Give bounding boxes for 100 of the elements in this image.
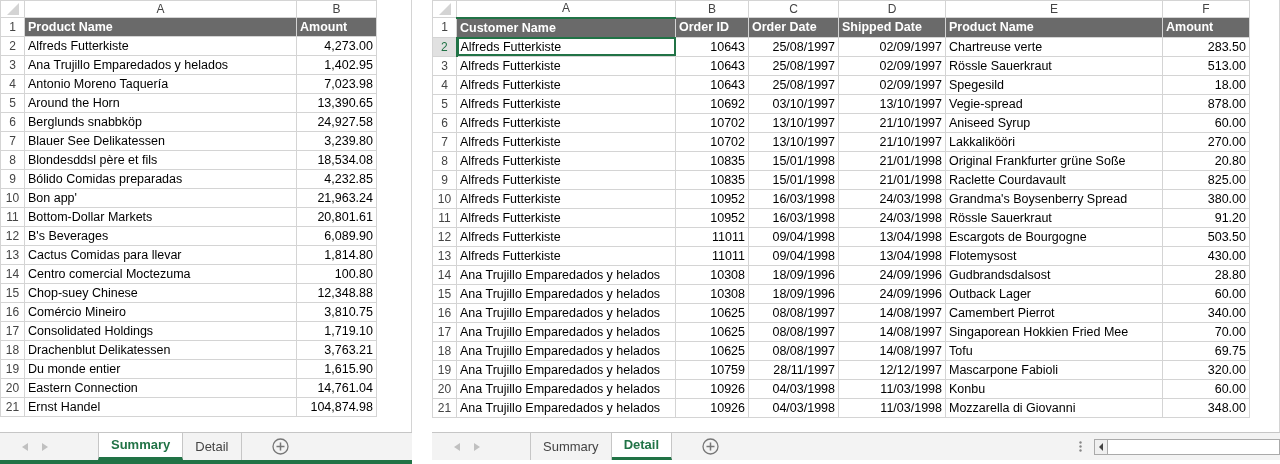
add-sheet-icon[interactable] bbox=[271, 438, 289, 455]
table-cell[interactable]: 12,348.88 bbox=[296, 283, 377, 303]
column-header[interactable]: F bbox=[1162, 0, 1250, 18]
table-cell[interactable]: 24/03/1998 bbox=[838, 189, 946, 208]
table-cell[interactable]: Alfreds Futterkiste bbox=[456, 227, 676, 246]
table-cell[interactable]: 28/11/1997 bbox=[748, 360, 839, 379]
table-cell[interactable]: 11011 bbox=[675, 246, 749, 265]
table-cell[interactable]: Berglunds snabbköp bbox=[24, 112, 297, 132]
table-cell[interactable]: Centro comercial Moctezuma bbox=[24, 264, 297, 284]
table-cell[interactable]: 28.80 bbox=[1162, 265, 1250, 284]
add-sheet-icon[interactable] bbox=[702, 438, 720, 455]
table-cell[interactable]: 13/10/1997 bbox=[838, 94, 946, 113]
table-cell[interactable]: 60.00 bbox=[1162, 284, 1250, 303]
table-cell[interactable]: Ana Trujillo Emparedados y helados bbox=[456, 341, 676, 360]
table-cell[interactable]: 11/03/1998 bbox=[838, 398, 946, 417]
table-cell[interactable]: Gudbrandsdalsost bbox=[945, 265, 1163, 284]
table-cell[interactable]: 08/08/1997 bbox=[748, 322, 839, 341]
table-cell[interactable]: 13,390.65 bbox=[296, 93, 377, 113]
scroll-right-icon[interactable] bbox=[42, 442, 48, 451]
table-cell[interactable]: Bottom-Dollar Markets bbox=[24, 207, 297, 227]
table-cell[interactable]: 4,273.00 bbox=[296, 36, 377, 56]
table-cell[interactable]: 14/08/1997 bbox=[838, 341, 946, 360]
table-cell[interactable]: 10625 bbox=[675, 303, 749, 322]
table-cell[interactable]: 16/03/1998 bbox=[748, 189, 839, 208]
table-cell[interactable]: 91.20 bbox=[1162, 208, 1250, 227]
table-cell[interactable]: Tofu bbox=[945, 341, 1163, 360]
table-cell[interactable]: 60.00 bbox=[1162, 379, 1250, 398]
table-cell[interactable]: 100.80 bbox=[296, 264, 377, 284]
table-cell[interactable]: 4,232.85 bbox=[296, 169, 377, 189]
table-cell[interactable]: 21/10/1997 bbox=[838, 113, 946, 132]
table-cell[interactable]: Alfreds Futterkiste bbox=[456, 37, 676, 56]
table-cell[interactable]: 20.80 bbox=[1162, 151, 1250, 170]
table-cell[interactable]: Chartreuse verte bbox=[945, 37, 1163, 56]
table-cell[interactable]: 13/04/1998 bbox=[838, 246, 946, 265]
table-cell[interactable]: 283.50 bbox=[1162, 37, 1250, 56]
table-cell[interactable]: Consolidated Holdings bbox=[24, 321, 297, 341]
table-cell[interactable]: Antonio Moreno Taquería bbox=[24, 74, 297, 94]
horizontal-scrollbar[interactable] bbox=[1094, 438, 1280, 455]
table-cell[interactable]: Du monde entier bbox=[24, 359, 297, 379]
table-cell[interactable]: 24/09/1996 bbox=[838, 284, 946, 303]
table-cell[interactable]: Ana Trujillo Emparedados y helados bbox=[456, 303, 676, 322]
table-cell[interactable]: Aniseed Syrup bbox=[945, 113, 1163, 132]
column-header[interactable]: A bbox=[24, 0, 297, 18]
table-cell[interactable]: 7,023.98 bbox=[296, 74, 377, 94]
table-cell[interactable]: B's Beverages bbox=[24, 226, 297, 246]
column-header[interactable]: A bbox=[456, 0, 676, 18]
table-cell[interactable]: Blondesddsl père et fils bbox=[24, 150, 297, 170]
table-cell[interactable]: Ernst Handel bbox=[24, 397, 297, 417]
table-cell[interactable]: 1,814.80 bbox=[296, 245, 377, 265]
table-cell[interactable]: Chop-suey Chinese bbox=[24, 283, 297, 303]
table-cell[interactable]: Around the Horn bbox=[24, 93, 297, 113]
sheet-tab[interactable]: Detail bbox=[611, 433, 673, 460]
table-cell[interactable]: 1,615.90 bbox=[296, 359, 377, 379]
table-cell[interactable]: Bólido Comidas preparadas bbox=[24, 169, 297, 189]
table-cell[interactable]: 380.00 bbox=[1162, 189, 1250, 208]
more-icon[interactable] bbox=[1079, 441, 1082, 452]
sheet-tab[interactable]: Summary bbox=[98, 433, 184, 460]
table-cell[interactable]: 10625 bbox=[675, 322, 749, 341]
table-cell[interactable]: 11/03/1998 bbox=[838, 379, 946, 398]
table-cell[interactable]: 10702 bbox=[675, 113, 749, 132]
table-cell[interactable]: 270.00 bbox=[1162, 132, 1250, 151]
table-cell[interactable]: 60.00 bbox=[1162, 113, 1250, 132]
table-cell[interactable]: 10759 bbox=[675, 360, 749, 379]
table-cell[interactable]: Alfreds Futterkiste bbox=[456, 208, 676, 227]
table-cell[interactable]: 20,801.61 bbox=[296, 207, 377, 227]
table-cell[interactable]: 15/01/1998 bbox=[748, 151, 839, 170]
table-cell[interactable]: Camembert Pierrot bbox=[945, 303, 1163, 322]
table-cell[interactable]: 10952 bbox=[675, 208, 749, 227]
table-cell[interactable]: Cactus Comidas para llevar bbox=[24, 245, 297, 265]
table-cell[interactable]: 10926 bbox=[675, 398, 749, 417]
table-cell[interactable]: Ana Trujillo Emparedados y helados bbox=[456, 379, 676, 398]
table-cell[interactable]: Alfreds Futterkiste bbox=[456, 56, 676, 75]
table-cell[interactable]: Alfreds Futterkiste bbox=[456, 75, 676, 94]
table-cell[interactable]: Grandma's Boysenberry Spread bbox=[945, 189, 1163, 208]
table-cell[interactable]: 18/09/1996 bbox=[748, 265, 839, 284]
table-cell[interactable]: 1,402.95 bbox=[296, 55, 377, 75]
table-cell[interactable]: 03/10/1997 bbox=[748, 94, 839, 113]
table-cell[interactable]: Eastern Connection bbox=[24, 378, 297, 398]
table-cell[interactable]: 340.00 bbox=[1162, 303, 1250, 322]
table-cell[interactable]: 24/03/1998 bbox=[838, 208, 946, 227]
table-cell[interactable]: 825.00 bbox=[1162, 170, 1250, 189]
table-cell[interactable]: 02/09/1997 bbox=[838, 56, 946, 75]
table-cell[interactable]: 10308 bbox=[675, 265, 749, 284]
table-cell[interactable]: 15/01/1998 bbox=[748, 170, 839, 189]
table-cell[interactable]: Raclette Courdavault bbox=[945, 170, 1163, 189]
table-cell[interactable]: Ana Trujillo Emparedados y helados bbox=[456, 265, 676, 284]
row-number[interactable]: 1 bbox=[432, 17, 457, 37]
table-cell[interactable]: 10643 bbox=[675, 37, 749, 56]
table-cell[interactable]: Alfreds Futterkiste bbox=[24, 36, 297, 56]
column-header[interactable]: D bbox=[838, 0, 946, 18]
table-cell[interactable]: Bon app' bbox=[24, 188, 297, 208]
table-cell[interactable]: 09/04/1998 bbox=[748, 227, 839, 246]
table-cell[interactable]: 25/08/1997 bbox=[748, 37, 839, 56]
table-cell[interactable]: 10625 bbox=[675, 341, 749, 360]
table-cell[interactable]: 10308 bbox=[675, 284, 749, 303]
table-cell[interactable]: 04/03/1998 bbox=[748, 398, 839, 417]
table-cell[interactable]: 24/09/1996 bbox=[838, 265, 946, 284]
table-cell[interactable]: 09/04/1998 bbox=[748, 246, 839, 265]
table-cell[interactable]: 08/08/1997 bbox=[748, 303, 839, 322]
table-cell[interactable]: Spegesild bbox=[945, 75, 1163, 94]
